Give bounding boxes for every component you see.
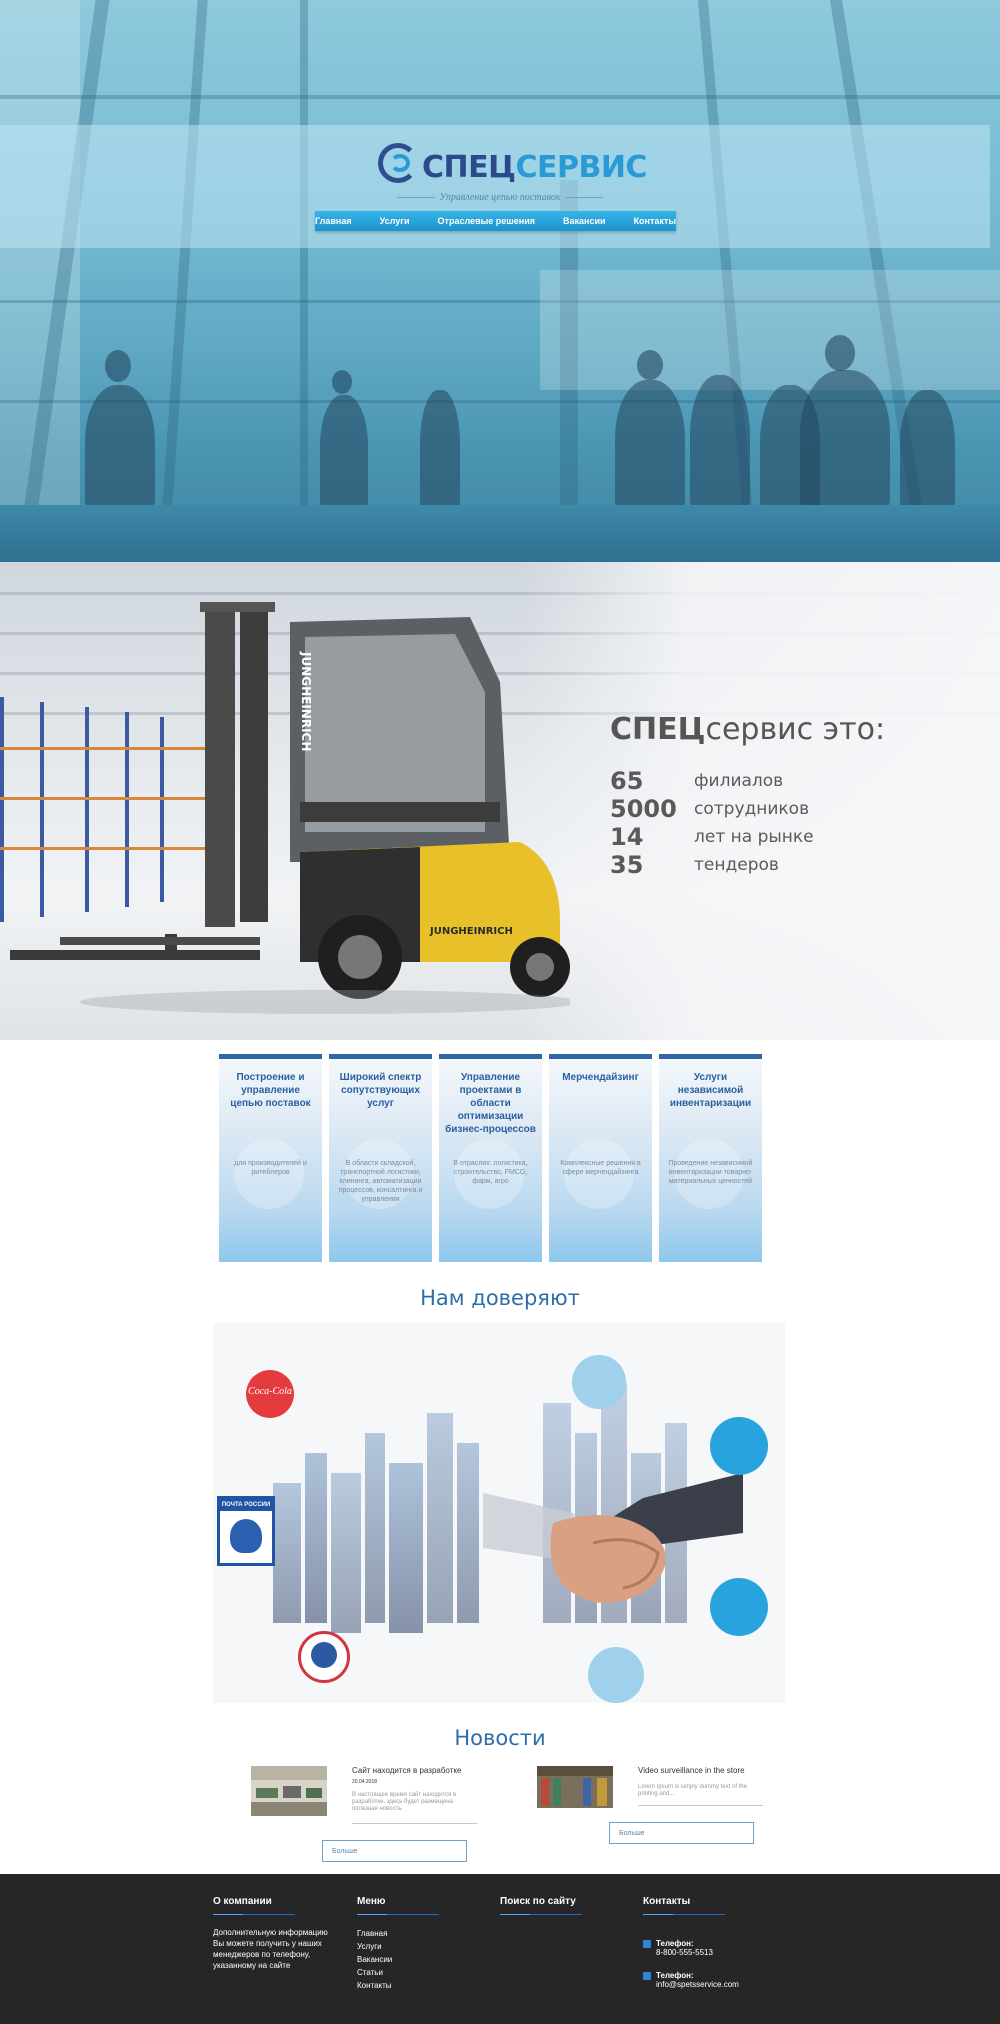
main-nav: Главная Услуги Отраслевые решения Ваканс… xyxy=(315,211,676,231)
partner-russian-post-logo: ПОЧТА РОССИИ xyxy=(217,1496,275,1566)
service-card-project-management[interactable]: Управление проектами в области оптимизац… xyxy=(439,1054,542,1262)
stat-label: сотрудников xyxy=(694,799,810,819)
nav-item-industry-solutions[interactable]: Отраслевые решения xyxy=(424,216,549,226)
footer-about-title: О компании xyxy=(213,1896,272,1907)
stats-title: СПЕЦсервис это: xyxy=(610,712,886,747)
svg-text:JUNGHEINRICH: JUNGHEINRICH xyxy=(299,651,313,751)
footer-about: О компании Дополнительную информацию Вы … xyxy=(213,1896,338,1971)
terminal-icon xyxy=(710,1417,768,1475)
footer-menu-item-home[interactable]: Главная xyxy=(357,1927,467,1940)
service-card-title: Мерчендайзинг xyxy=(562,1072,639,1083)
service-card-desc: В отраслях: логистика, строительство, FM… xyxy=(453,1160,528,1185)
partners-image: Coca-Cola ПОЧТА РОССИИ xyxy=(213,1323,785,1703)
footer-phone-label: Телефон: xyxy=(656,1939,694,1948)
stat-label: лет на рынке xyxy=(694,827,814,847)
footer-menu: Меню Главная Услуги Вакансии Статьи Конт… xyxy=(357,1896,467,1992)
footer-search: Поиск по сайту xyxy=(500,1896,620,1915)
forklift-image: JUNGHEINRICH JUNGHEINRICH xyxy=(10,602,570,1014)
stat-value: 5000 xyxy=(610,795,677,823)
footer-email-value[interactable]: info@spetsservice.com xyxy=(656,1980,796,1989)
footer-menu-title: Меню xyxy=(357,1896,386,1907)
stat-row: 14 лет на рынке xyxy=(610,823,930,851)
machine-icon xyxy=(588,1647,644,1703)
service-card-title: Управление проектами в области оптимизац… xyxy=(445,1072,536,1135)
footer-menu-item-services[interactable]: Услуги xyxy=(357,1940,467,1953)
partner-cocacola-logo: Coca-Cola xyxy=(246,1370,294,1418)
service-card-desc: Комплексные решения в сфере мерчендайзин… xyxy=(560,1160,641,1176)
service-card-desc: для производителей и ритейлеров xyxy=(234,1160,307,1176)
service-card-supply-chain[interactable]: Построение и управление цепью поставок д… xyxy=(219,1054,322,1262)
footer: О компании Дополнительную информацию Вы … xyxy=(0,1874,1000,2024)
news-thumbnail[interactable] xyxy=(537,1766,613,1808)
service-card-related-services[interactable]: Широкий спектр сопутствующих услуг В обл… xyxy=(329,1054,432,1262)
logo-text-part1: СПЕЦ xyxy=(422,150,516,185)
footer-search-title: Поиск по сайту xyxy=(500,1896,576,1907)
stats-section: JUNGHEINRICH JUNGHEINRICH СПЕЦсервис это… xyxy=(0,562,1000,1040)
stat-row: 5000 сотрудников xyxy=(610,795,930,823)
news-date: 20.04.2018 xyxy=(352,1779,378,1785)
footer-menu-item-vacancies[interactable]: Вакансии xyxy=(357,1953,467,1966)
service-card-desc: Проведение независимой инвентаризации то… xyxy=(668,1160,753,1185)
nav-item-vacancies[interactable]: Вакансии xyxy=(549,216,620,226)
nav-item-home[interactable]: Главная xyxy=(301,216,366,226)
svg-text:JUNGHEINRICH: JUNGHEINRICH xyxy=(429,926,513,937)
news-thumbnail[interactable] xyxy=(251,1766,327,1816)
stat-value: 65 xyxy=(610,767,644,795)
nav-item-services[interactable]: Услуги xyxy=(366,216,424,226)
news-headline[interactable]: Video surveillance in the store xyxy=(638,1766,798,1775)
stat-label: тендеров xyxy=(694,855,779,875)
services-cards: Построение и управление цепью поставок д… xyxy=(219,1054,764,1262)
footer-menu-item-contacts[interactable]: Контакты xyxy=(357,1979,467,1992)
stat-value: 14 xyxy=(610,823,644,851)
footer-email-label: Телефон: xyxy=(656,1971,694,1980)
stat-value: 35 xyxy=(610,851,644,879)
site-logo[interactable]: СПЕЦСЕРВИС xyxy=(378,140,647,190)
tagline: Управление цепью поставок xyxy=(380,192,620,203)
service-card-title: Широкий спектр сопутствующих услуг xyxy=(339,1072,422,1109)
nav-item-contacts[interactable]: Контакты xyxy=(620,216,690,226)
footer-about-text: Дополнительную информацию Вы можете полу… xyxy=(213,1928,328,1970)
news-more-button[interactable]: Больше xyxy=(609,1822,754,1844)
service-card-merchandising[interactable]: Мерчендайзинг Комплексные решения в сфер… xyxy=(549,1054,652,1262)
stat-label: филиалов xyxy=(694,771,784,791)
news-headline[interactable]: Сайт находится в разработке xyxy=(352,1766,512,1775)
service-card-title: Построение и управление цепью поставок xyxy=(230,1072,311,1109)
news-more-button[interactable]: Больше xyxy=(322,1840,467,1862)
truck-icon xyxy=(572,1355,626,1409)
hero-banner xyxy=(0,0,1000,562)
stat-row: 35 тендеров xyxy=(610,851,930,879)
news-excerpt: Lorem Ipsum is simply dummy text of the … xyxy=(638,1784,748,1797)
stat-row: 65 филиалов xyxy=(610,767,930,795)
logo-text-part2: СЕРВИС xyxy=(515,150,647,185)
handshake-image xyxy=(483,1473,743,1603)
service-card-inventory[interactable]: Услуги независимой инвентаризации Провед… xyxy=(659,1054,762,1262)
news-section-title: Новости xyxy=(454,1726,546,1750)
footer-contacts-title: Контакты xyxy=(643,1896,691,1907)
eagle-icon xyxy=(230,1519,262,1553)
news-item: Video surveillance in the store Lorem Ip… xyxy=(537,1766,797,1866)
box-icon xyxy=(710,1578,768,1636)
footer-phone-value[interactable]: 8-800-555-5513 xyxy=(656,1948,796,1957)
trust-section-title: Нам доверяют xyxy=(420,1286,580,1310)
news-excerpt: В настоящее время сайт находится в разра… xyxy=(352,1792,457,1812)
service-card-title: Услуги независимой инвентаризации xyxy=(669,1072,752,1109)
footer-menu-item-articles[interactable]: Статьи xyxy=(357,1966,467,1979)
service-card-desc: В области складской, транспортной логист… xyxy=(338,1160,423,1203)
phone-icon xyxy=(643,1940,651,1948)
partner-badge-logo xyxy=(298,1631,350,1683)
footer-contacts: Контакты Телефон: 8-800-555-5513 Телефон… xyxy=(643,1896,793,1989)
mail-icon xyxy=(643,1972,651,1980)
